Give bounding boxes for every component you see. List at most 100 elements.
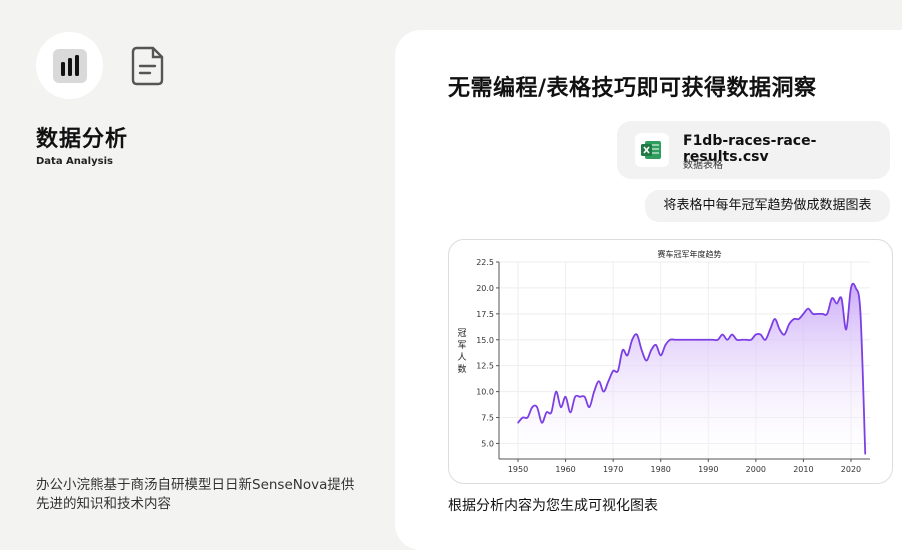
- data-point-2008: [793, 318, 795, 320]
- app-icon-button[interactable]: [36, 32, 103, 99]
- data-point-1977: [645, 359, 648, 362]
- data-point-1988: [697, 338, 700, 341]
- data-point-1958: [555, 390, 557, 393]
- chat-panel: 无需编程/表格技巧即可获得数据洞察 F1db-races-race-result…: [395, 30, 902, 550]
- data-point-2017: [835, 302, 838, 305]
- data-point-2000: [755, 333, 757, 336]
- data-point-1993: [721, 333, 724, 336]
- chart-title: 赛车冠军年度趋势: [658, 249, 722, 259]
- data-point-1976: [640, 349, 643, 351]
- data-point-1957: [550, 411, 553, 414]
- data-point-1951: [521, 416, 524, 419]
- data-point-1999: [750, 338, 752, 341]
- x-tick-label-7: 2020: [841, 465, 861, 474]
- data-point-1965: [588, 406, 591, 408]
- x-tick-label-6: 2010: [793, 465, 813, 474]
- data-point-1991: [712, 338, 714, 341]
- data-point-1973: [626, 354, 629, 357]
- data-point-2007: [788, 323, 790, 326]
- assistant-response: 根据分析内容为您生成可视化图表: [448, 498, 658, 514]
- excel-icon: [635, 133, 669, 167]
- y-axis-label-char-1: 军: [457, 340, 466, 351]
- data-point-2014: [821, 313, 824, 315]
- chart-card: 1950 1960 1970 1980 1990 2000 2010 2020 5.0 7.5 10…: [448, 239, 893, 484]
- data-point-2020: [850, 287, 852, 289]
- document-icon[interactable]: [129, 44, 167, 88]
- page-subtitle: Data Analysis: [36, 156, 113, 167]
- data-point-2011: [807, 307, 809, 310]
- data-point-1953: [531, 406, 534, 408]
- data-point-2018: [840, 297, 843, 300]
- page-title: 数据分析: [36, 127, 129, 152]
- data-point-1950: [517, 421, 519, 424]
- y-tick-label-3: 12.5: [476, 362, 494, 371]
- data-point-2009: [797, 318, 800, 320]
- y-tick-label-7: 22.5: [476, 258, 494, 267]
- data-point-2023: [864, 453, 867, 455]
- data-point-2012: [812, 313, 814, 315]
- trend-chart: 1950 1960 1970 1980 1990 2000 2010 2020 5.0 7.5 10…: [457, 249, 870, 474]
- data-point-1959: [560, 406, 562, 408]
- data-point-2015: [826, 313, 828, 315]
- data-point-1994: [726, 338, 729, 341]
- data-point-2005: [778, 328, 781, 331]
- data-point-1962: [574, 395, 576, 398]
- y-axis-label-char-3: 数: [457, 363, 466, 375]
- data-point-2004: [774, 318, 776, 320]
- bar-chart-icon: [53, 49, 87, 83]
- data-point-1983: [674, 338, 676, 341]
- data-point-2001: [759, 333, 762, 336]
- data-point-1985: [683, 338, 686, 341]
- file-attachment[interactable]: F1db-races-race-results.csv 数据表格: [617, 121, 890, 179]
- data-point-1970: [612, 370, 614, 372]
- data-point-1995: [731, 333, 733, 336]
- y-tick-label-4: 15.0: [476, 336, 494, 345]
- x-tick-label-3: 1980: [651, 465, 671, 474]
- data-point-1960: [564, 395, 567, 398]
- y-tick-label-6: 20.0: [476, 284, 494, 293]
- data-point-1981: [664, 344, 667, 346]
- data-point-1967: [598, 380, 600, 383]
- data-point-1955: [541, 421, 543, 424]
- x-tick-label-4: 1990: [698, 465, 718, 474]
- data-point-1997: [740, 338, 743, 341]
- user-prompt-bubble: 将表格中每年冠军趋势做成数据图表: [645, 190, 890, 222]
- data-point-1987: [693, 338, 695, 341]
- data-point-1982: [669, 338, 672, 341]
- data-point-2010: [802, 313, 805, 315]
- data-point-1966: [593, 390, 595, 393]
- data-point-1954: [536, 406, 538, 408]
- headline: 无需编程/表格技巧即可获得数据洞察: [448, 76, 817, 101]
- data-point-1998: [745, 338, 748, 341]
- data-point-1990: [707, 338, 710, 341]
- data-point-1980: [659, 354, 662, 357]
- file-type: 数据表格: [683, 160, 723, 171]
- data-point-1975: [636, 333, 638, 336]
- data-point-2021: [854, 287, 857, 289]
- product-description: 办公小浣熊基于商汤自研模型日日新SenseNova提供先进的知识和技术内容: [36, 477, 355, 512]
- data-point-2002: [764, 338, 767, 341]
- y-tick-label-5: 17.5: [476, 310, 494, 319]
- data-point-1992: [716, 338, 719, 341]
- x-tick-label-5: 2000: [746, 465, 766, 474]
- y-tick-label-2: 10.0: [476, 388, 494, 397]
- y-tick-label-0: 5.0: [481, 439, 494, 448]
- data-point-1984: [678, 338, 681, 341]
- data-point-2019: [845, 328, 848, 331]
- data-point-2022: [859, 313, 862, 315]
- x-tick-label-1: 1960: [555, 465, 575, 474]
- data-point-1956: [545, 411, 548, 414]
- y-tick-label-1: 7.5: [481, 414, 494, 423]
- data-point-2003: [769, 328, 771, 331]
- data-point-2013: [816, 313, 819, 315]
- y-axis-label-char-0: 冠: [457, 328, 466, 339]
- data-point-1952: [526, 416, 529, 419]
- data-point-1963: [579, 395, 581, 398]
- data-point-1971: [617, 370, 619, 372]
- trend-area: [518, 283, 866, 459]
- data-point-1969: [607, 380, 610, 383]
- data-point-1968: [602, 390, 605, 393]
- y-axis-label-char-2: 人: [457, 352, 466, 363]
- data-point-1986: [688, 338, 691, 341]
- data-point-1972: [621, 349, 624, 351]
